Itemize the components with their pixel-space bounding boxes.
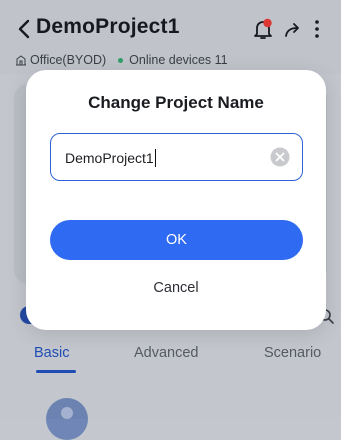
cancel-button[interactable]: Cancel: [26, 280, 326, 296]
clear-icon[interactable]: [270, 147, 290, 167]
dialog-title: Change Project Name: [88, 93, 264, 112]
project-name-input[interactable]: DemoProject1: [65, 150, 154, 166]
text-caret: [154, 149, 157, 167]
change-project-name-dialog: Change Project Name DemoProject1 OK Canc…: [26, 70, 326, 330]
project-name-field[interactable]: DemoProject1: [50, 133, 303, 181]
ok-button[interactable]: OK: [50, 220, 303, 260]
